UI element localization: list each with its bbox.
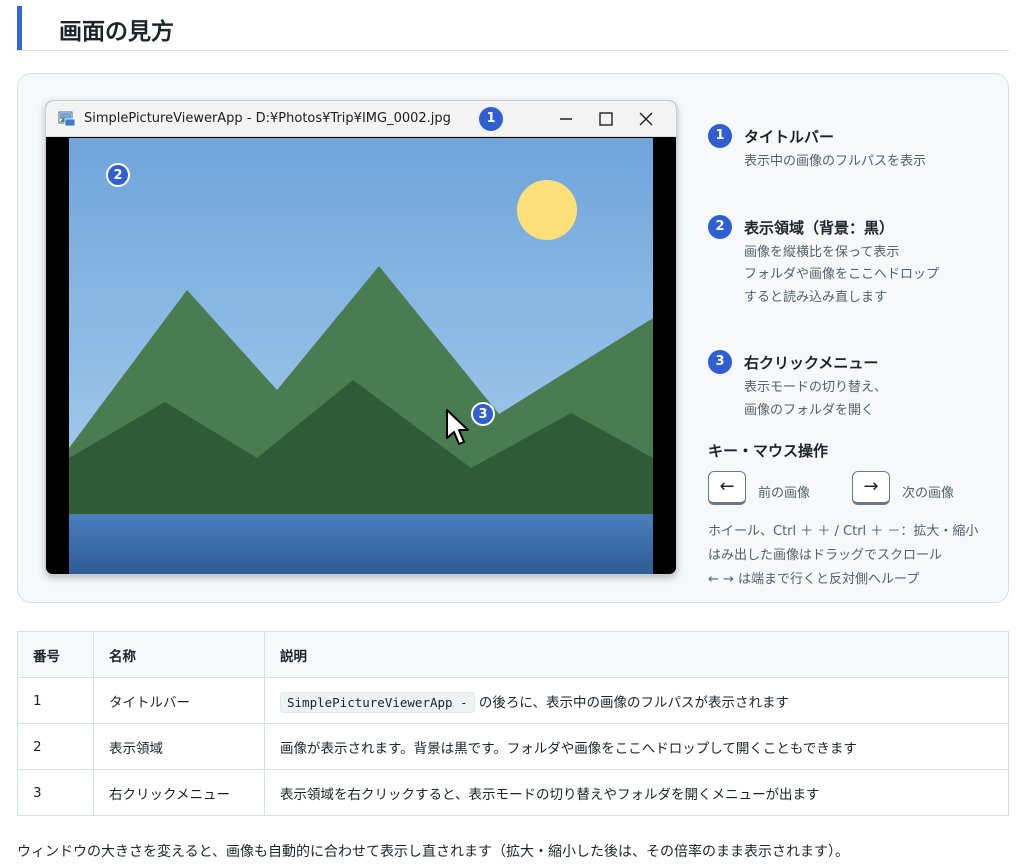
note-zoom: ホイール、Ctrl ＋ ＋ / Ctrl ＋ －：拡大・縮小 [708,524,979,539]
mouse-cursor-icon [446,409,469,445]
note-loop: ← → は端まで行くと反対側へループ [708,572,920,587]
header-name: 名称 [93,631,265,678]
footer-note: ウィンドウの大きさを変えると、画像も自動的に合わせて表示し直されます（拡大・縮小… [17,844,850,860]
parts-table: 番号 名称 説明 1 タイトルバー SimplePictureViewerApp… [17,631,1009,816]
legend-desc-2-line2: フォルダや画像をここへドロップ [744,267,940,282]
row-number: 2 [17,723,94,770]
row-name: 右クリックメニュー [93,769,265,816]
legend-badge-2: 2 [708,215,732,239]
prev-image-label: 前の画像 [758,486,811,501]
legend-badge-1: 1 [708,124,732,148]
legend: 1 タイトルバー 表示中の画像のフルパスを表示 2 表示領域（背景：黒） 画像を… [708,74,998,604]
table-header-row: 番号 名称 説明 [17,631,1009,678]
legend-title-2: 表示領域（背景：黒） [744,219,895,237]
window-titlebar: SimplePictureViewerApp - D:¥Photos¥Trip¥… [46,101,676,137]
table-row: 3 右クリックメニュー 表示領域を右クリックすると、表示モードの切り替えやフォル… [17,769,1009,816]
legend-badge-3: 3 [708,350,732,374]
sun-shape [517,180,577,240]
keys-heading: キー・マウス操作 [708,442,829,460]
table-row: 1 タイトルバー SimplePictureViewerApp - の後ろに、表… [17,677,1009,724]
row-description-text: の後ろに、表示中の画像のフルパスが表示されます [478,694,790,711]
row-description: 画像が表示されます。背景は黒です。フォルダや画像をここへドロップして開くこともで… [264,723,1009,770]
table-row: 2 表示領域 画像が表示されます。背景は黒です。フォルダや画像をここへドロップし… [17,723,1009,770]
right-arrow-key-icon: → [852,471,890,505]
close-icon[interactable] [632,107,660,131]
row-description: 表示領域を右クリックすると、表示モードの切り替えやフォルダを開くメニューが出ます [264,769,1009,816]
row-number: 3 [17,769,94,816]
lake-shape [69,514,653,574]
legend-desc-1-line1: 表示中の画像のフルパスを表示 [744,154,927,169]
header-description: 説明 [264,631,1009,678]
legend-desc-2-line3: すると読み込み直します [744,290,888,305]
callout-badge-2: 2 [106,163,130,187]
note-drag: はみ出した画像はドラッグでスクロール [708,548,943,563]
row-description: SimplePictureViewerApp - の後ろに、表示中の画像のフルパ… [264,677,1009,724]
callout-badge-3: 3 [471,402,495,426]
section-heading: 画面の見方 [17,6,1009,51]
minimize-icon[interactable] [552,107,580,131]
left-arrow-key-icon: ← [708,471,746,505]
heading-accent-bar [17,6,22,50]
maximize-icon[interactable] [592,107,620,131]
legend-title-1: タイトルバー [744,128,835,146]
app-picture-icon [58,111,76,127]
callout-badge-1: 1 [479,107,503,131]
next-image-label: 次の画像 [902,486,955,501]
diagram-panel: SimplePictureViewerApp - D:¥Photos¥Trip¥… [17,73,1009,603]
page-title: 画面の見方 [59,19,174,45]
legend-desc-3-line2: 画像のフォルダを開く [744,403,875,418]
row-name: タイトルバー [93,677,265,724]
app-window-illustration: SimplePictureViewerApp - D:¥Photos¥Trip¥… [45,100,677,575]
row-number: 1 [17,677,94,724]
row-name: 表示領域 [93,723,265,770]
window-title: SimplePictureViewerApp - D:¥Photos¥Trip¥… [84,111,451,126]
header-number: 番号 [17,631,94,678]
landscape-image [69,138,653,574]
legend-desc-3-line1: 表示モードの切り替え、 [744,380,888,395]
legend-desc-2-line1: 画像を縦横比を保って表示 [744,245,900,260]
display-area[interactable]: 2 3 [46,138,676,574]
inline-code: SimplePictureViewerApp - [280,691,475,713]
legend-title-3: 右クリックメニュー [744,354,879,372]
